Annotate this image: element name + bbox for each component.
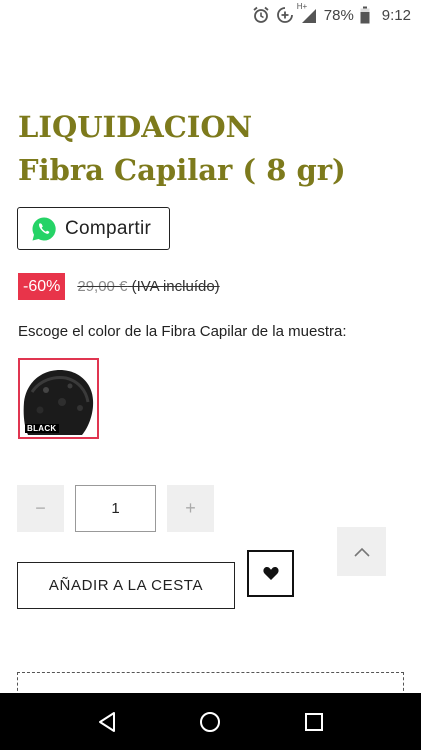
tax-note: (IVA incluído) <box>131 278 220 295</box>
share-label: Compartir <box>65 217 152 239</box>
old-price: 29,00 € (IVA incluído) <box>77 278 219 295</box>
product-title: LIQUIDACION Fibra Capilar ( 8 gr) <box>18 106 408 192</box>
swatch-caption: BLACK <box>25 424 59 433</box>
heart-icon <box>262 566 279 581</box>
back-icon <box>97 711 117 733</box>
android-nav-bar <box>0 693 421 750</box>
signal-icon: H+ <box>297 2 318 24</box>
quantity-decrease-button[interactable]: − <box>17 485 64 532</box>
recents-icon <box>304 712 324 732</box>
price-row: -60% 29,00 € (IVA incluído) <box>18 273 220 300</box>
product-title-line1: LIQUIDACION <box>18 110 253 144</box>
color-chooser-label: Escoge el color de la Fibra Capilar de l… <box>18 323 347 340</box>
add-to-cart-button[interactable]: AÑADIR A LA CESTA <box>17 562 235 609</box>
wishlist-button[interactable] <box>247 550 294 597</box>
battery-percent: 78% <box>323 6 354 24</box>
quantity-increase-button[interactable]: + <box>167 485 214 532</box>
clock: 9:12 <box>381 6 411 24</box>
share-whatsapp-button[interactable]: Compartir <box>17 207 170 250</box>
nav-home-button[interactable] <box>190 702 230 742</box>
swatch-image: BLACK <box>22 362 95 435</box>
color-swatch-black[interactable]: BLACK <box>18 358 99 439</box>
scroll-top-button[interactable] <box>337 527 386 576</box>
home-icon <box>199 711 221 733</box>
network-label: H+ <box>296 2 308 11</box>
status-icons: H+ 78% 9:12 <box>252 2 411 26</box>
product-title-line2: Fibra Capilar ( 8 gr) <box>18 153 346 187</box>
nav-back-button[interactable] <box>87 702 127 742</box>
status-bar: H+ 78% 9:12 <box>0 0 421 30</box>
alarm-icon <box>252 6 270 24</box>
nav-recents-button[interactable] <box>294 702 334 742</box>
quantity-input[interactable] <box>75 485 156 532</box>
discount-badge: -60% <box>18 273 66 300</box>
chevron-up-icon <box>353 546 371 558</box>
data-saver-icon <box>276 6 294 24</box>
whatsapp-icon <box>31 216 57 242</box>
battery-icon <box>360 6 370 24</box>
old-price-amount: 29,00 € <box>77 278 128 295</box>
